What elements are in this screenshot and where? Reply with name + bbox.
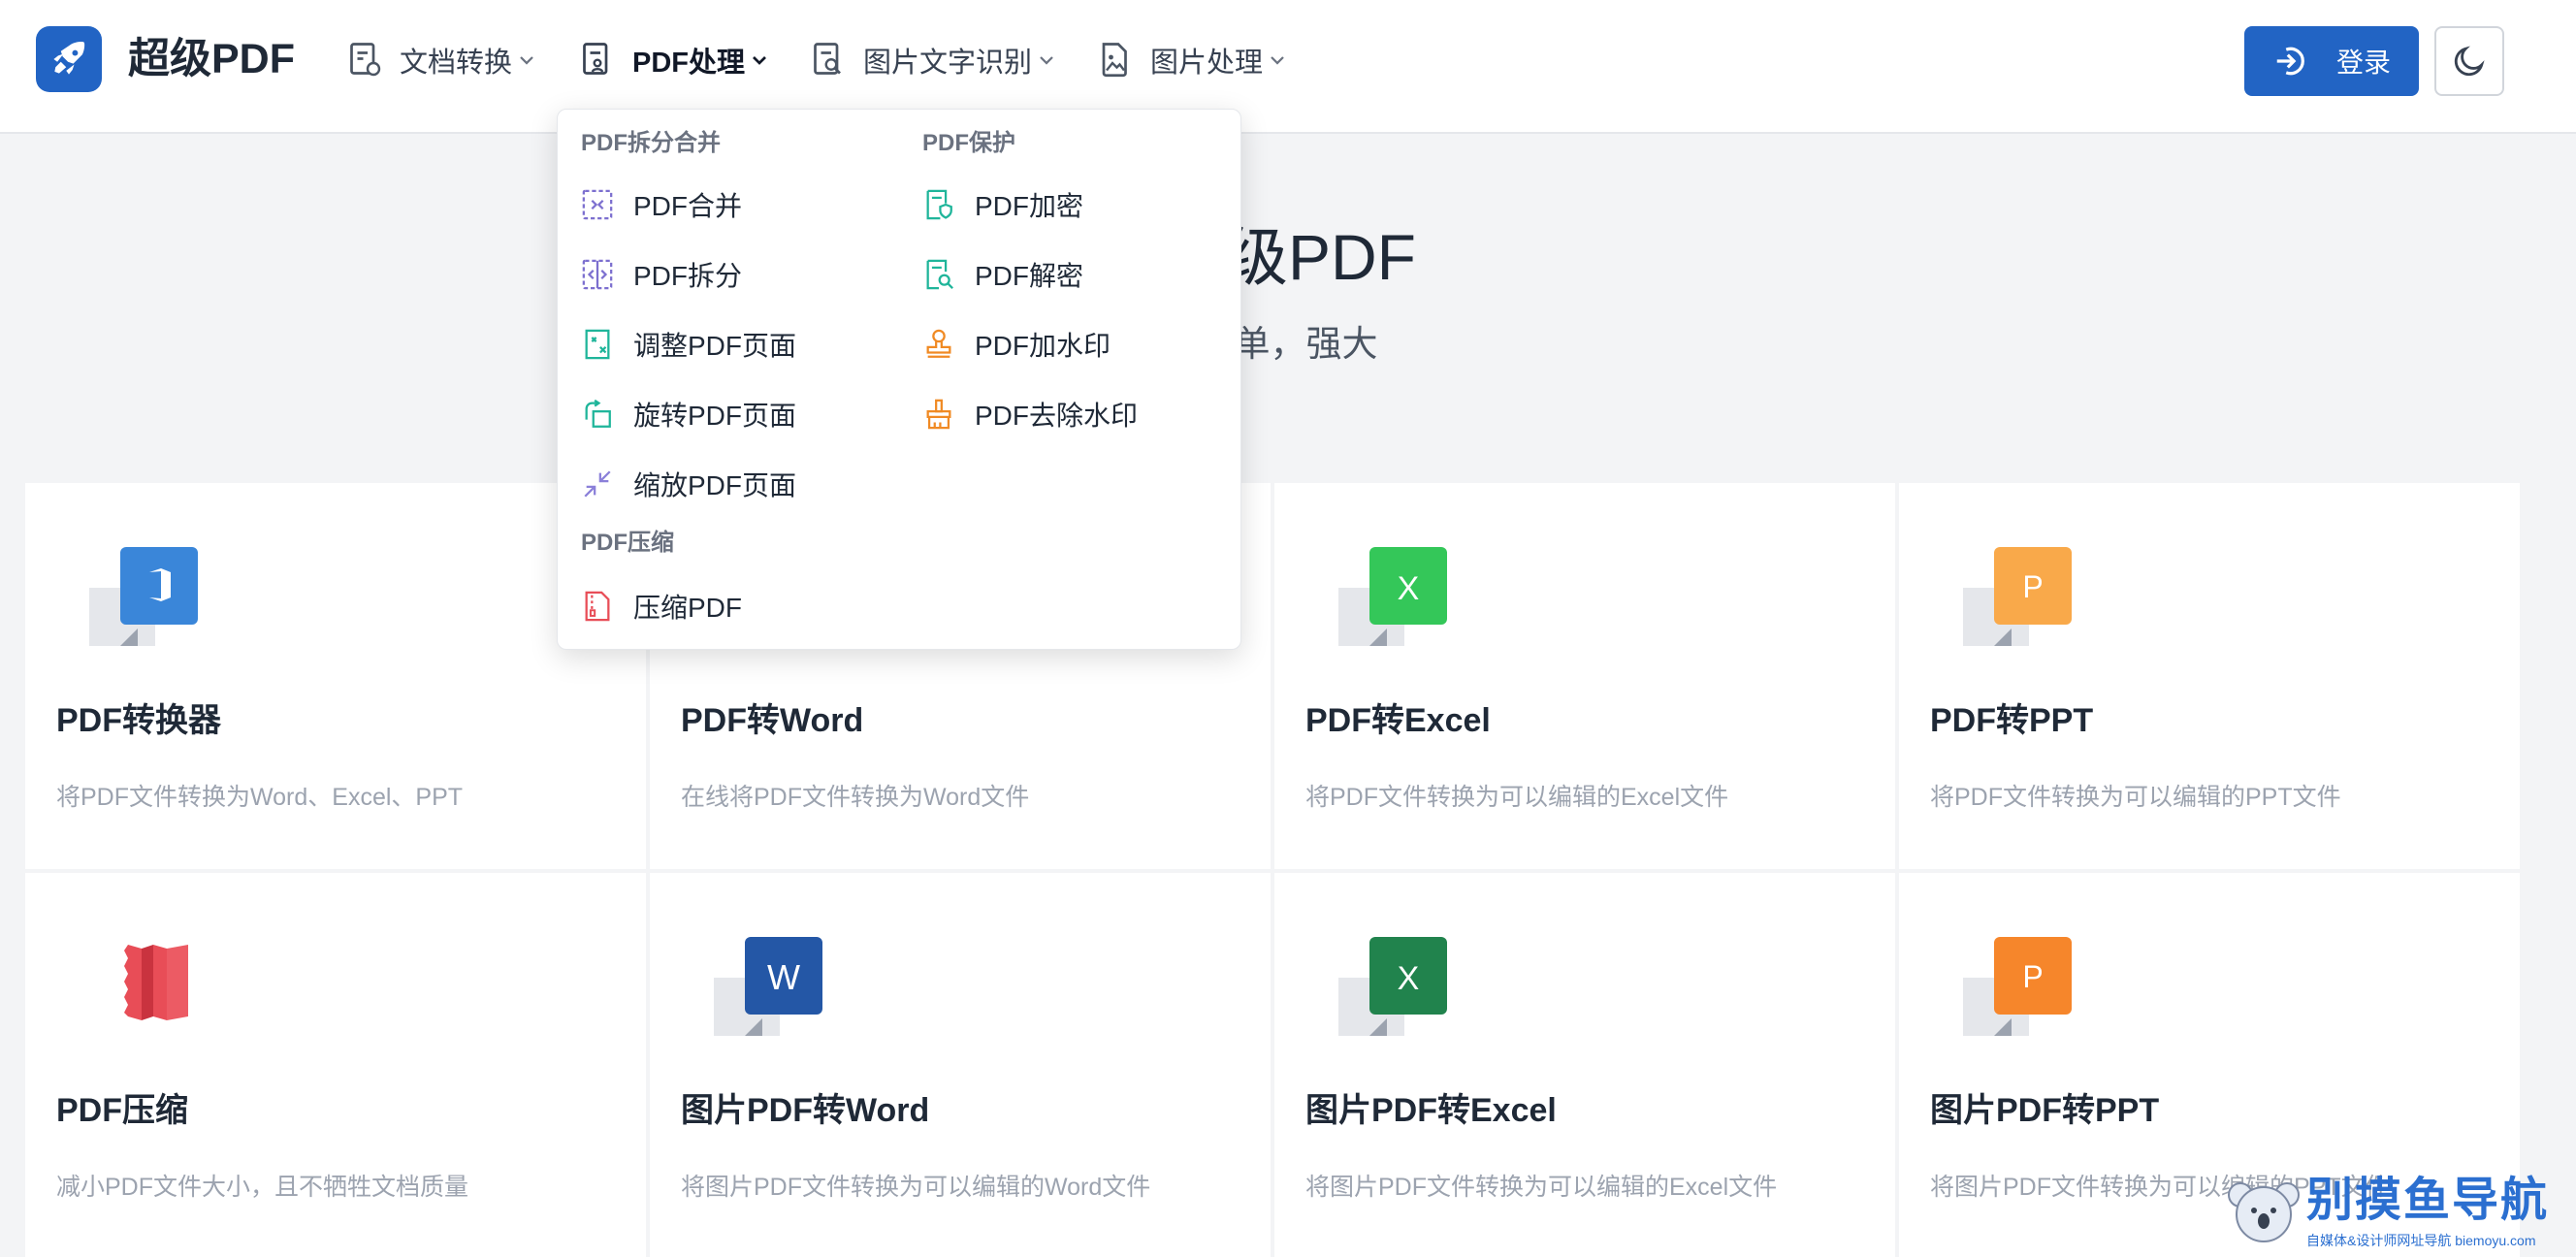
document-convert-icon xyxy=(350,43,381,77)
login-arrow-icon xyxy=(2276,47,2304,76)
brush-icon xyxy=(926,399,951,430)
theme-toggle-button[interactable] xyxy=(2434,26,2504,96)
card-desc: 将PDF文件转换为可以编辑的PPT文件 xyxy=(1930,784,2341,811)
brand-name[interactable]: 超级PDF xyxy=(128,32,295,86)
menu-label: PDF合并 xyxy=(633,191,743,221)
zip-file-icon xyxy=(585,591,610,622)
login-label: 登录 xyxy=(2335,48,2391,78)
card-title: PDF转Excel xyxy=(1305,702,1491,739)
nav-label: PDF处理 xyxy=(632,48,746,79)
card-desc: 在线将PDF文件转换为Word文件 xyxy=(681,784,1030,811)
nav-doc-convert[interactable]: 文档转换 xyxy=(347,39,535,81)
adjust-page-icon xyxy=(585,329,610,360)
nav-image-process[interactable]: 图片处理 xyxy=(1098,39,1286,81)
menu-rotate-pages[interactable]: 旋转PDF页面 xyxy=(581,385,796,443)
menu-adjust-pages[interactable]: 调整PDF页面 xyxy=(581,315,796,373)
excel-letter: X xyxy=(1398,570,1420,607)
rotate-icon xyxy=(585,399,611,428)
card-pdf-to-ppt[interactable]: P PDF转PPT 将PDF文件转换为可以编辑的PPT文件 xyxy=(1899,483,2520,869)
menu-label: PDF解密 xyxy=(975,261,1084,291)
chevron-down-icon xyxy=(753,56,766,65)
menu-label: PDF去除水印 xyxy=(975,401,1139,431)
card-desc: 将PDF文件转换为可以编辑的Excel文件 xyxy=(1305,784,1729,811)
koala-mascot-icon xyxy=(2228,1182,2300,1242)
ppt-icon: P xyxy=(1963,547,2072,646)
nav-pdf-process[interactable]: PDF处理 xyxy=(580,39,768,81)
card-title: 图片PDF转PPT xyxy=(1930,1092,2160,1129)
menu-pdf-decrypt[interactable]: PDF解密 xyxy=(922,245,1083,304)
card-desc: 将图片PDF文件转换为可以编辑的Word文件 xyxy=(681,1174,1151,1201)
watermark-text: 别摸鱼导航 xyxy=(2306,1175,2550,1226)
menu-label: 压缩PDF xyxy=(633,593,743,623)
card-desc: 将图片PDF文件转换为可以编辑的Excel文件 xyxy=(1305,1174,1778,1201)
card-image-pdf-to-excel[interactable]: X 图片PDF转Excel 将图片PDF文件转换为可以编辑的Excel文件 xyxy=(1274,873,1895,1257)
menu-pdf-remove-watermark[interactable]: PDF去除水印 xyxy=(922,385,1138,443)
site-watermark: 别摸鱼导航 自媒体&设计师网址导航 biemoyu.com xyxy=(2227,1172,2557,1253)
nav-ocr[interactable]: 图片文字识别 xyxy=(811,39,1055,81)
card-title: 图片PDF转Word xyxy=(681,1092,930,1129)
hero-title: 超级PDF xyxy=(1160,221,1416,293)
compress-map-icon xyxy=(124,945,188,1020)
card-desc: 减小PDF文件大小，且不牺牲文档质量 xyxy=(56,1174,469,1201)
merge-icon xyxy=(582,189,613,220)
image-file-icon xyxy=(1102,43,1127,78)
watermark-small: 自媒体&设计师网址导航 biemoyu.com xyxy=(2306,1233,2536,1248)
moon-icon xyxy=(2454,46,2485,77)
card-title: PDF压缩 xyxy=(56,1092,188,1129)
top-header: 超级PDF 文档转换 PDF处理 图片文字识别 图片处理 登录 xyxy=(0,0,2576,134)
hero-subtitle: 简单，强大 xyxy=(1198,324,1378,364)
scale-icon xyxy=(584,470,611,498)
card-pdf-compress[interactable]: PDF压缩 减小PDF文件大小，且不牺牲文档质量 xyxy=(25,873,646,1257)
ppt-icon: P xyxy=(1963,937,2072,1036)
rocket-icon[interactable] xyxy=(36,26,102,92)
word-letter: W xyxy=(767,957,800,997)
card-image-pdf-to-word[interactable]: W 图片PDF转Word 将图片PDF文件转换为可以编辑的Word文件 xyxy=(650,873,1271,1257)
nav-label: 文档转换 xyxy=(400,48,513,79)
excel-letter: X xyxy=(1398,960,1420,997)
card-title: PDF转PPT xyxy=(1930,702,2094,739)
login-button[interactable]: 登录 xyxy=(2244,26,2419,96)
ocr-search-icon xyxy=(814,43,841,75)
chevron-down-icon xyxy=(1040,56,1053,65)
card-pdf-converter[interactable]: PDF转换器 将PDF文件转换为Word、Excel、PPT xyxy=(25,483,646,869)
stamp-icon xyxy=(926,329,951,358)
office-icon xyxy=(89,547,198,646)
menu-compress-pdf[interactable]: 压缩PDF xyxy=(581,577,742,635)
group-compress: PDF压缩 xyxy=(581,530,674,556)
search-file-icon xyxy=(926,259,953,290)
word-icon: W xyxy=(714,937,822,1036)
pdf-process-icon xyxy=(583,43,608,75)
menu-scale-pages[interactable]: 缩放PDF页面 xyxy=(581,455,796,513)
menu-pdf-merge[interactable]: PDF合并 xyxy=(581,176,742,234)
ppt-letter: P xyxy=(2022,569,2043,604)
excel-icon: X xyxy=(1338,937,1447,1036)
nav-label: 图片文字识别 xyxy=(863,48,1033,79)
menu-pdf-split[interactable]: PDF拆分 xyxy=(581,245,742,304)
group-protect: PDF保护 xyxy=(922,130,1015,156)
menu-label: PDF加密 xyxy=(975,191,1084,221)
pdf-process-dropdown: PDF拆分合并 PDF合并 PDF拆分 调整PDF页面 旋转PDF页面 缩放PD… xyxy=(557,109,1241,650)
excel-icon: X xyxy=(1338,547,1447,646)
menu-label: 缩放PDF页面 xyxy=(633,470,797,500)
chevron-down-icon xyxy=(1271,56,1284,65)
menu-label: PDF加水印 xyxy=(975,331,1111,361)
card-pdf-to-excel[interactable]: X PDF转Excel 将PDF文件转换为可以编辑的Excel文件 xyxy=(1274,483,1895,869)
card-title: PDF转换器 xyxy=(56,702,221,739)
chevron-down-icon xyxy=(520,56,533,65)
nav-label: 图片处理 xyxy=(1150,48,1264,79)
shield-file-icon xyxy=(926,189,952,220)
card-desc: 将PDF文件转换为Word、Excel、PPT xyxy=(56,784,464,811)
menu-label: PDF拆分 xyxy=(633,261,743,291)
menu-pdf-watermark[interactable]: PDF加水印 xyxy=(922,315,1111,373)
menu-label: 调整PDF页面 xyxy=(633,331,797,361)
menu-pdf-encrypt[interactable]: PDF加密 xyxy=(922,176,1083,234)
card-title: 图片PDF转Excel xyxy=(1305,1092,1557,1129)
menu-label: 旋转PDF页面 xyxy=(633,401,797,431)
ppt-letter: P xyxy=(2022,959,2043,994)
card-title: PDF转Word xyxy=(681,702,864,739)
group-split-merge: PDF拆分合并 xyxy=(581,130,721,156)
split-icon xyxy=(582,259,613,290)
